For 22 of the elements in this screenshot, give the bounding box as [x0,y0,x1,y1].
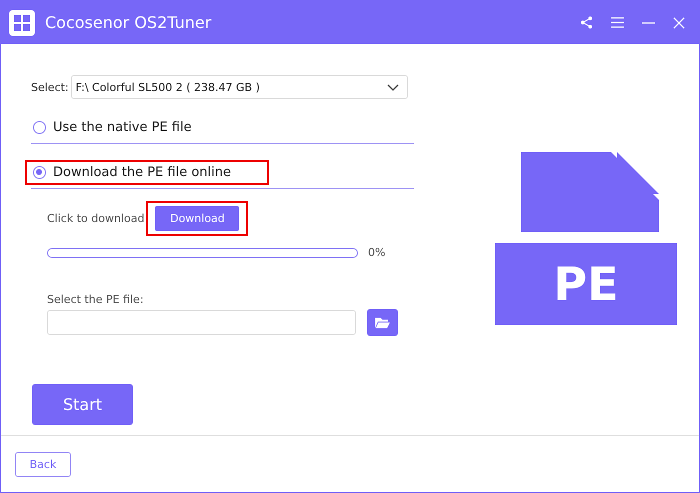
document-icon [521,152,659,232]
pe-file-label: Select the PE file: [47,293,145,306]
radio-option[interactable]: Use the native PE file [33,120,192,135]
progress-percent: 0% [368,246,386,259]
window-title: Cocosenor OS2Tuner [45,13,212,32]
close-icon[interactable] [673,16,685,28]
folder-icon [375,316,390,328]
download-label: Click to download [47,212,144,225]
minimize-icon[interactable] [642,22,655,24]
browse-button[interactable] [367,309,398,336]
download-button[interactable]: Download [155,206,240,231]
back-button[interactable]: Back [15,452,71,476]
chevron-icon [386,84,399,90]
select-label: Select: [31,80,69,94]
drive-dropdown[interactable]: F:\ Colorful SL500 2 ( 238.47 GB ) [70,75,408,99]
start-button[interactable]: Start [32,384,133,425]
app-logo-icon [9,10,35,36]
radio-option[interactable]: Download the PE file online [33,165,231,180]
pe-badge: PE [495,243,677,325]
menu-icon[interactable] [611,17,624,28]
share-icon[interactable] [580,16,593,29]
pe-file-field[interactable] [47,310,356,335]
